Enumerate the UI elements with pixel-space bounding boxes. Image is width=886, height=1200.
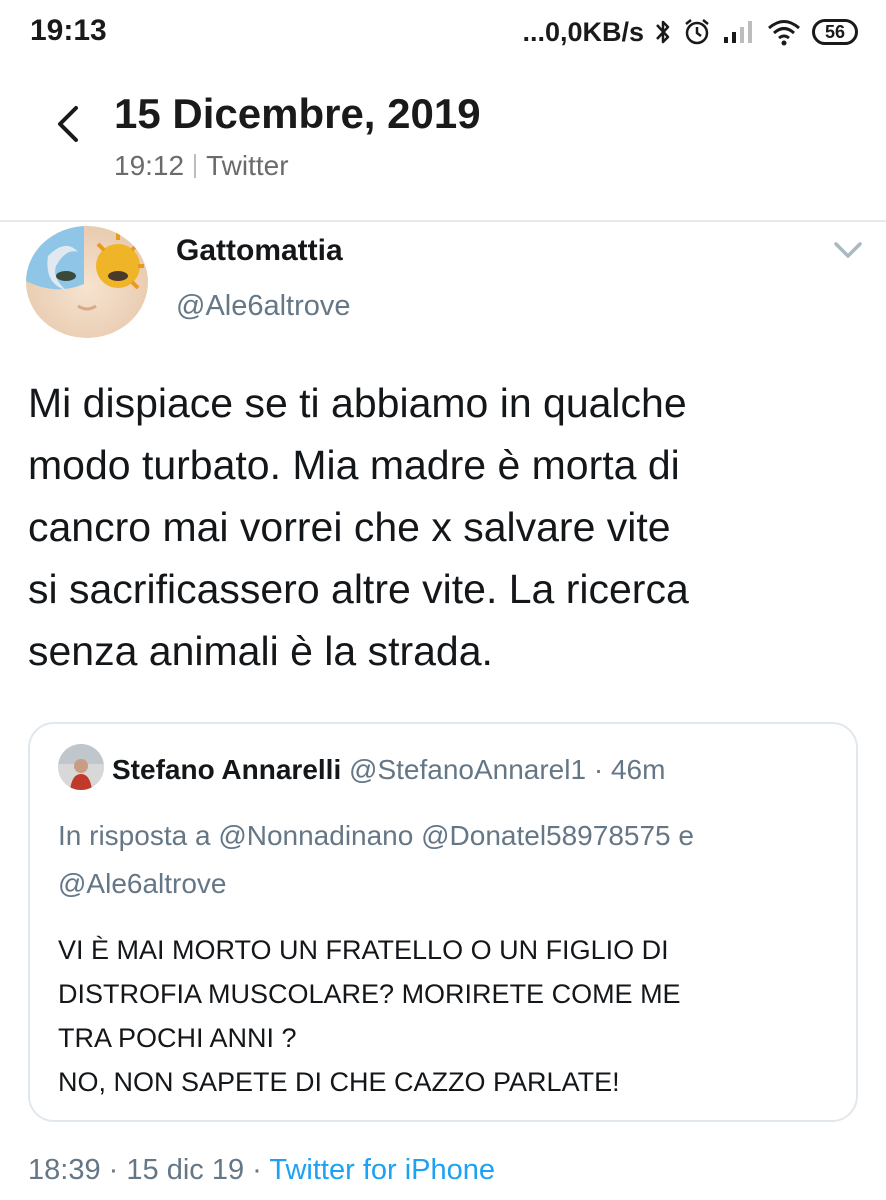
quoted-tweet-header: Stefano Annarelli @StefanoAnnarel1 · 46m — [112, 754, 665, 786]
alarm-icon — [682, 17, 712, 47]
page-header: 15 Dicembre, 2019 19:12 Twitter — [0, 80, 886, 220]
reply-context: In risposta a @Nonnadinano @Donatel58978… — [58, 812, 838, 908]
status-icons: ...0,0KB/s 56 — [522, 12, 858, 52]
quoted-author-handle: @StefanoAnnarel1 — [349, 754, 587, 785]
reply-prefix: In risposta a — [58, 820, 211, 851]
quoted-tweet-age: 46m — [610, 754, 666, 785]
signal-icon — [722, 19, 756, 45]
tweet-source-link[interactable]: Twitter for iPhone — [269, 1154, 495, 1186]
capture-source: Twitter — [206, 150, 289, 181]
page-subtitle: 19:12 Twitter — [114, 150, 289, 182]
quoted-tweet-card[interactable]: Stefano Annarelli @StefanoAnnarel1 · 46m… — [28, 722, 858, 1122]
author-name[interactable]: Gattomattia — [176, 234, 343, 268]
back-arrow-icon[interactable] — [48, 94, 88, 154]
tweet-text: Mi dispiace se ti abbiamo in qualche mod… — [28, 380, 689, 674]
quoted-author-name: Stefano Annarelli — [112, 754, 342, 785]
battery-icon: 56 — [812, 19, 858, 45]
capture-time: 19:12 — [114, 150, 185, 181]
network-speed: ...0,0KB/s — [522, 16, 644, 47]
subtitle-divider — [194, 154, 197, 178]
wifi-icon — [766, 18, 802, 46]
author-avatar[interactable] — [26, 226, 148, 338]
bluetooth-icon — [654, 17, 672, 47]
tweet-time: 18:39 — [28, 1154, 101, 1186]
footer-dot: · — [108, 1154, 119, 1186]
footer-dot: · — [252, 1154, 262, 1186]
chevron-down-icon[interactable] — [830, 236, 866, 264]
tweet-date: 15 dic 19 — [126, 1154, 245, 1186]
page-title: 15 Dicembre, 2019 — [114, 90, 481, 137]
status-bar: 19:13 ...0,0KB/s 56 — [0, 0, 886, 64]
tweet-timestamp: 18:39 · 15 dic 19 · Twitter for iPhone — [28, 1154, 495, 1187]
status-time: 19:13 — [30, 14, 107, 47]
quoted-author-avatar — [58, 744, 104, 790]
quoted-meta-dot: · — [593, 754, 604, 785]
header-divider — [0, 220, 886, 222]
quoted-tweet-text: VI È MAI MORTO UN FRATELLO O UN FIGLIO D… — [58, 935, 681, 1097]
author-handle[interactable]: @Ale6altrove — [176, 290, 351, 323]
